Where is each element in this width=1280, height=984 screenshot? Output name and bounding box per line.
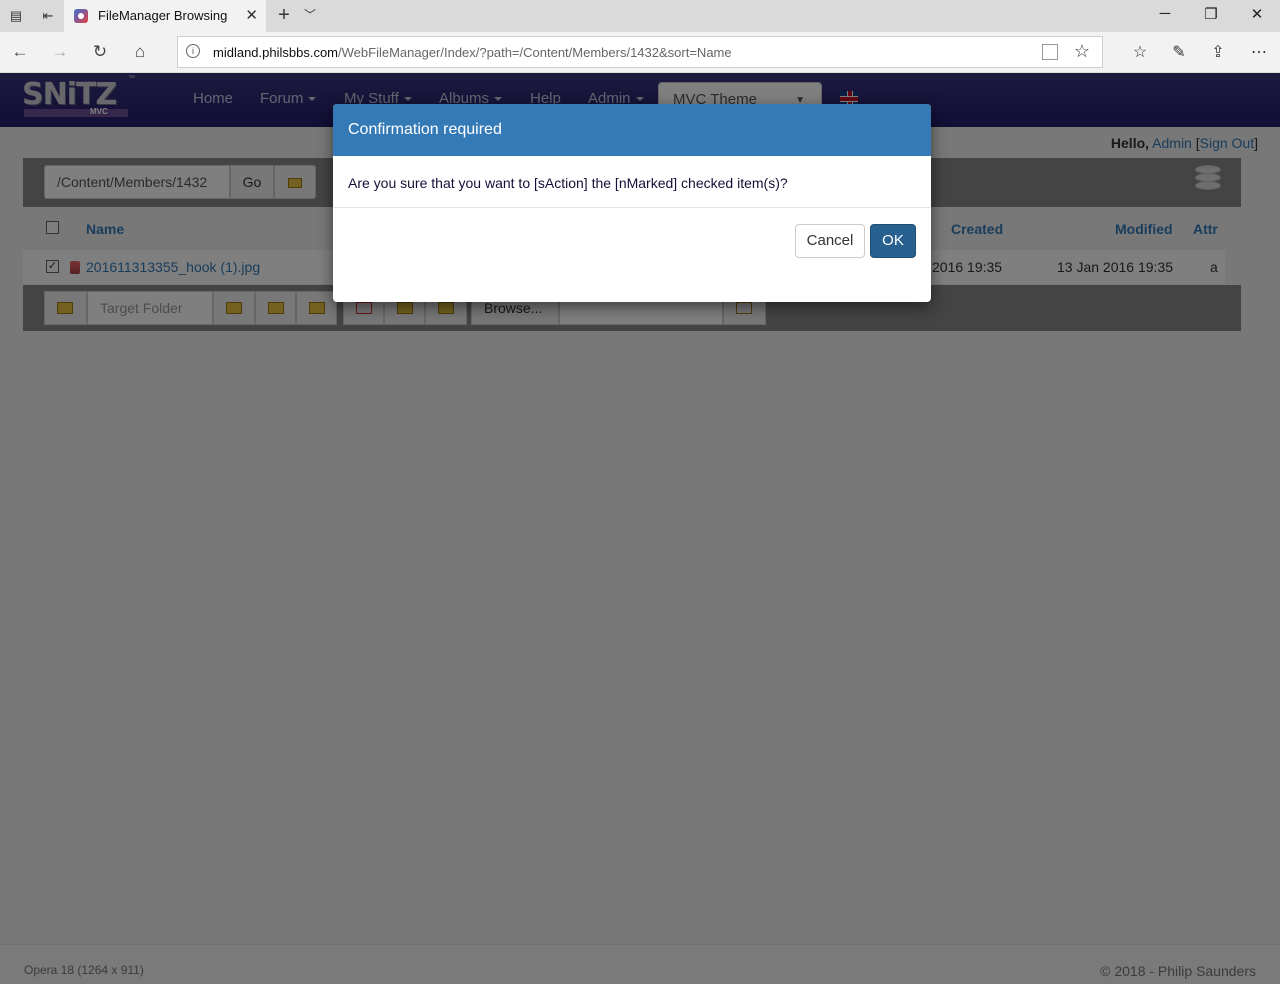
browser-tab-bar: ▤ ⇤ FileManager Browsing ✕ + ﹀ ─ ❐ ✕: [0, 0, 1280, 32]
ok-button[interactable]: OK: [870, 224, 916, 258]
home-icon[interactable]: ⌂: [127, 40, 153, 64]
site-info-icon[interactable]: i: [186, 44, 200, 58]
restore-icon[interactable]: ❐: [1196, 5, 1226, 23]
tab-title: FileManager Browsing: [98, 8, 228, 23]
tab-list-chevron-icon[interactable]: ﹀: [304, 6, 316, 23]
dialog-message: Are you sure that you want to [sAction] …: [333, 156, 931, 208]
reading-view-icon[interactable]: [1042, 44, 1058, 60]
cancel-button[interactable]: Cancel: [795, 224, 865, 258]
refresh-icon[interactable]: ↻: [87, 40, 113, 64]
minimize-icon[interactable]: ─: [1150, 5, 1180, 22]
browser-tab[interactable]: FileManager Browsing ✕: [64, 0, 266, 32]
dialog-title: Confirmation required: [333, 104, 931, 156]
set-aside-tabs-icon[interactable]: ⇤: [38, 6, 58, 26]
favorite-star-icon[interactable]: ☆: [1074, 41, 1090, 62]
tab-preview-icon[interactable]: ▤: [6, 6, 26, 26]
new-tab-icon[interactable]: +: [272, 4, 296, 27]
share-icon[interactable]: ⇪: [1207, 42, 1229, 64]
browser-nav-bar: ← → ↻ ⌂ i midland.philsbbs.com/WebFileMa…: [0, 32, 1280, 73]
confirmation-dialog: Confirmation required Are you sure that …: [333, 104, 931, 302]
web-note-pen-icon[interactable]: ✎: [1168, 42, 1190, 64]
forward-icon[interactable]: →: [47, 40, 73, 64]
address-text[interactable]: midland.philsbbs.com/WebFileManager/Inde…: [213, 45, 732, 60]
dialog-footer: Cancel OK: [333, 208, 931, 302]
favorites-hub-icon[interactable]: ☆: [1129, 42, 1151, 64]
back-icon[interactable]: ←: [7, 40, 33, 64]
address-bar[interactable]: i midland.philsbbs.com/WebFileManager/In…: [177, 36, 1103, 68]
close-window-icon[interactable]: ✕: [1242, 5, 1272, 23]
more-menu-icon[interactable]: ⋯: [1248, 42, 1270, 64]
tab-favicon-icon: [74, 9, 88, 23]
tab-close-icon[interactable]: ✕: [245, 6, 258, 24]
